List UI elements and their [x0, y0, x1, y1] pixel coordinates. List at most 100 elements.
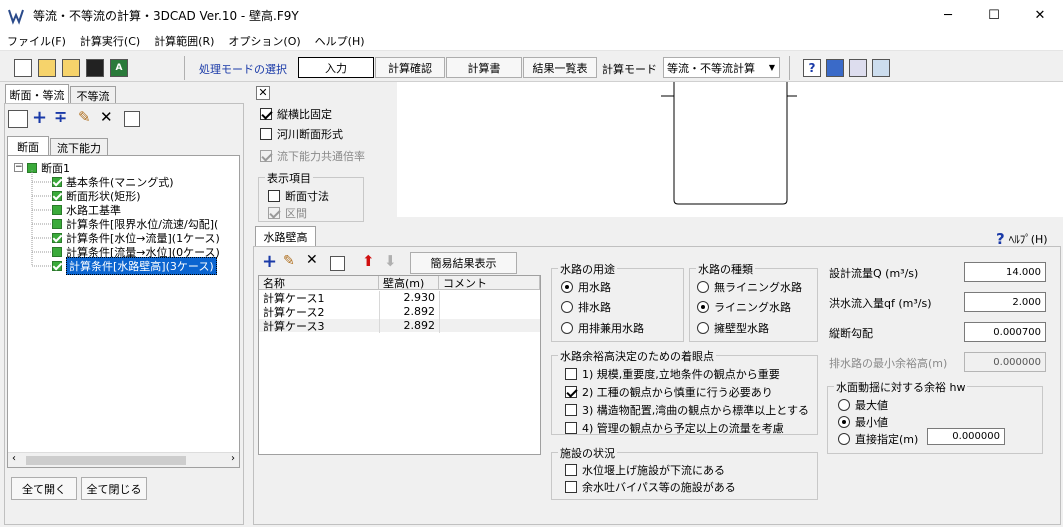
expand-all-button[interactable]: 全て開く	[11, 477, 77, 500]
calc-mode-label: 計算モード	[602, 63, 657, 76]
tree-item-shape[interactable]: 断面形状(矩形)	[52, 189, 141, 203]
menu-help[interactable]: ヘルプ(H)	[308, 33, 372, 49]
delete-icon[interactable]: ✕	[100, 108, 113, 126]
table-row[interactable]: 計算ケース3 2.892	[259, 319, 540, 333]
delete-case-icon[interactable]: ✕	[306, 252, 318, 268]
help-button[interactable]: ? ﾍﾙﾌﾟ(H)	[996, 230, 1048, 248]
collapse-all-button[interactable]: 全て閉じる	[81, 477, 147, 500]
margin-check-2[interactable]: 2) 工種の観点から慎重に行う必要あり	[565, 384, 815, 400]
open-recent-icon[interactable]	[62, 59, 80, 77]
insert-icon[interactable]: ∓	[54, 107, 67, 126]
table-row[interactable]: 計算ケース1 2.930	[259, 291, 540, 305]
tree-item-basic[interactable]: 基本条件(マニング式)	[52, 175, 174, 189]
menu-bar: ファイル(F) 計算実行(C) 計算範囲(R) オプション(O) ヘルプ(H)	[0, 31, 1063, 51]
maximize-button[interactable]: ☐	[971, 0, 1017, 31]
help-icon[interactable]: ?	[803, 59, 821, 77]
usage-drainage-radio[interactable]: 排水路	[561, 299, 611, 315]
kind-unlined-radio[interactable]: 無ライニング水路	[697, 279, 802, 295]
scroll-left-icon[interactable]: ‹	[12, 453, 16, 464]
checkbox-label: 3) 構造物配置,湾曲の観点から標準以上とする	[582, 404, 809, 417]
close-view-icon[interactable]: ✕	[256, 86, 270, 100]
slope-input[interactable]: 0.000700	[964, 322, 1046, 342]
export-icon[interactable]: A	[110, 59, 128, 77]
table-icon[interactable]	[8, 110, 28, 128]
report-button[interactable]: 計算書	[446, 57, 522, 78]
settings-icon[interactable]	[849, 59, 867, 77]
open-folder-icon[interactable]	[38, 59, 56, 77]
manual-icon[interactable]	[826, 59, 844, 77]
checkbox-box	[268, 190, 280, 202]
tree-item-standard[interactable]: 水路工基準	[52, 203, 121, 217]
save-icon[interactable]	[86, 59, 104, 77]
group-label: 水面動揺に対する余裕 hw	[834, 379, 968, 395]
table-row[interactable]: 計算ケース2 2.892	[259, 305, 540, 319]
usage-irrigation-radio[interactable]: 用水路	[561, 279, 611, 295]
aspect-fixed-checkbox[interactable]: 縦横比固定	[260, 106, 332, 122]
close-button[interactable]: ✕	[1017, 0, 1063, 31]
river-section-checkbox[interactable]: 河川断面形式	[260, 126, 343, 142]
flood-inflow-input[interactable]: 2.000	[964, 292, 1046, 312]
grid-header-name[interactable]: 名称	[259, 276, 379, 290]
checkbox-box	[565, 368, 577, 380]
edit-icon[interactable]: ✎	[78, 108, 91, 126]
tab-wall-height[interactable]: 水路壁高	[255, 226, 316, 246]
simple-result-button[interactable]: 簡易結果表示	[410, 252, 517, 274]
tab-nonuniform[interactable]: 不等流	[70, 86, 116, 104]
facility-weir-checkbox[interactable]: 水位堰上げ施設が下流にある	[565, 462, 725, 478]
add-icon[interactable]: +	[32, 107, 47, 128]
tree-scrollbar[interactable]: ‹ ›	[8, 452, 239, 467]
menu-calc-run[interactable]: 計算実行(C)	[73, 33, 147, 49]
move-down-icon: ⬇	[384, 252, 397, 270]
tab-section-uniform[interactable]: 断面・等流	[5, 84, 69, 104]
copy-icon[interactable]	[124, 111, 140, 127]
wave-direct-radio[interactable]: 直接指定(m)	[838, 431, 926, 447]
margin-check-4[interactable]: 4) 管理の観点から予定以上の流量を考慮	[565, 420, 815, 436]
app-logo-icon[interactable]	[872, 59, 890, 77]
checkbox-box	[565, 422, 577, 434]
group-label: 水路の用途	[558, 261, 617, 277]
grid-header-comment[interactable]: コメント	[439, 276, 540, 290]
slope-label: 縦断勾配	[829, 327, 873, 340]
section-drawing-canvas[interactable]	[397, 82, 1063, 217]
radio-circle	[697, 322, 709, 334]
result-list-button[interactable]: 結果一覧表	[523, 57, 597, 78]
calc-check-button[interactable]: 計算確認	[375, 57, 445, 78]
menu-file[interactable]: ファイル(F)	[0, 33, 73, 49]
scroll-right-icon[interactable]: ›	[231, 453, 235, 464]
input-mode-button[interactable]: 入力	[298, 57, 374, 78]
tree-item-level-flow[interactable]: 計算条件[水位→流量](1ケース)	[52, 231, 220, 245]
grid-header-height[interactable]: 壁高(m)	[379, 276, 439, 290]
tree-item-wall-height[interactable]: 計算条件[水路壁高](3ケース)	[52, 256, 217, 275]
add-case-icon[interactable]: +	[262, 251, 277, 272]
checkbox-box	[260, 108, 272, 120]
wave-min-radio[interactable]: 最小値	[838, 414, 888, 430]
calc-mode-select[interactable]: 等流・不等流計算 ▼	[663, 57, 780, 78]
checkbox-box	[565, 386, 577, 398]
menu-calc-range[interactable]: 計算範囲(R)	[147, 33, 221, 49]
design-flow-input[interactable]: 14.000	[964, 262, 1046, 282]
scroll-thumb[interactable]	[26, 456, 186, 465]
tab-section[interactable]: 断面	[7, 136, 49, 156]
checkbox-label: 断面寸法	[285, 190, 329, 203]
checkbox-label: 河川断面形式	[277, 128, 343, 141]
radio-label: 用排兼用水路	[578, 322, 644, 335]
margin-check-1[interactable]: 1) 規模,重要度,立地条件の観点から重要	[565, 366, 815, 382]
usage-both-radio[interactable]: 用排兼用水路	[561, 320, 644, 336]
move-up-icon[interactable]: ⬆	[362, 252, 375, 270]
edit-case-icon[interactable]: ✎	[283, 253, 295, 269]
wave-max-radio[interactable]: 最大値	[838, 397, 888, 413]
copy-case-icon[interactable]	[330, 256, 345, 271]
new-file-icon[interactable]	[14, 59, 32, 77]
kind-retaining-radio[interactable]: 擁壁型水路	[697, 320, 769, 336]
tree-item-critical[interactable]: 計算条件[限界水位/流速/勾配](	[52, 217, 238, 230]
tab-flow-capacity[interactable]: 流下能力	[50, 138, 108, 156]
wave-direct-input[interactable]: 0.000000	[927, 428, 1005, 445]
section-dims-checkbox[interactable]: 断面寸法	[268, 188, 329, 204]
radio-circle	[697, 281, 709, 293]
menu-options[interactable]: オプション(O)	[221, 33, 307, 49]
minimize-button[interactable]: ─	[925, 0, 971, 31]
margin-check-3[interactable]: 3) 構造物配置,湾曲の観点から標準以上とする	[565, 402, 815, 418]
kind-lined-radio[interactable]: ライニング水路	[697, 299, 791, 315]
window-title: 等流・不等流の計算・3DCAD Ver.10 - 壁高.F9Y	[33, 9, 299, 23]
facility-bypass-checkbox[interactable]: 余水吐バイパス等の施設がある	[565, 479, 736, 495]
